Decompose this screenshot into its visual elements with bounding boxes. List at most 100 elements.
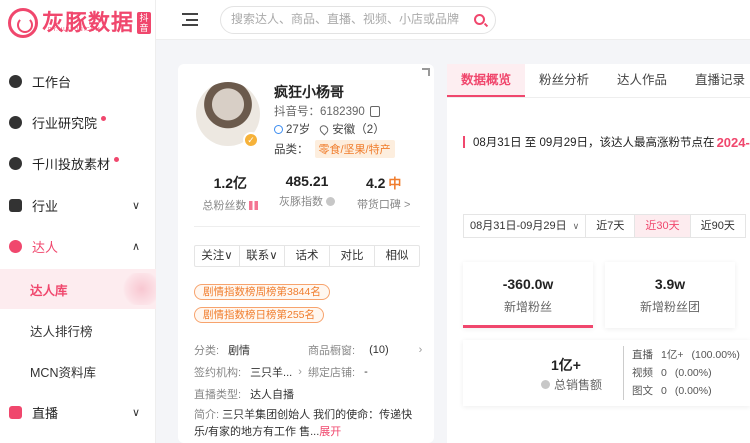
corner-icon[interactable]	[422, 68, 430, 76]
action-label: 关注	[201, 250, 225, 262]
sidebar-item-label: 行业	[32, 198, 59, 214]
logo-subtitle: DY.HUITUN.COM	[48, 27, 101, 33]
chevron-right-icon: ›	[418, 344, 423, 356]
info-label: 分类:	[194, 345, 220, 357]
action-buttons: 关注∨ 联系∨ 话术 对比 相似	[194, 245, 420, 267]
new-dot-badge	[101, 115, 107, 121]
douyin-id: 抖音号：6182390	[274, 106, 365, 118]
sidebar-item-creator[interactable]: 达人 ∧	[0, 226, 156, 266]
logo[interactable]: 灰豚数据 抖音	[8, 6, 152, 40]
menu-collapse-icon[interactable]	[182, 13, 198, 26]
new-dot-badge	[114, 156, 120, 162]
similar-button[interactable]: 相似	[375, 246, 419, 266]
category-tag[interactable]: 零食/坚果/特产	[314, 140, 395, 158]
stat-huitun-index: 485.21 灰豚指数	[269, 173, 346, 213]
kpi-value: -360.0w	[502, 276, 554, 292]
kpi-new-fan-club[interactable]: 3.9w 新增粉丝团	[605, 262, 735, 328]
channel-pct: (0.00%)	[674, 367, 712, 379]
channel: 视频	[632, 367, 653, 379]
sidebar-item-label: 行业研究院	[32, 115, 98, 131]
channel: 图文	[632, 385, 653, 397]
info-row-category: 分类: 剧情	[194, 342, 250, 358]
chevron-down-icon: ∨	[269, 250, 278, 262]
info-row-agency[interactable]: 签约机构: 三只羊... ›	[194, 364, 302, 380]
channel: 直播	[632, 349, 653, 361]
follow-button[interactable]: 关注∨	[195, 246, 240, 266]
info-label: 签约机构:	[194, 367, 242, 379]
location-icon	[318, 122, 331, 136]
range-7d-button[interactable]: 近7天	[586, 214, 636, 238]
category-label: 品类：	[274, 144, 309, 156]
intro-label: 简介:	[194, 409, 220, 421]
home-icon	[9, 74, 22, 88]
sales-value: 1亿+	[551, 357, 581, 373]
expand-link[interactable]: 展开	[319, 426, 341, 438]
chevron-down-icon: ∨	[131, 406, 140, 419]
tab-works[interactable]: 达人作品	[603, 64, 681, 97]
contact-button[interactable]: 联系∨	[240, 246, 285, 266]
sidebar-item-workbench[interactable]: 工作台	[0, 61, 156, 101]
rank-tag-daily[interactable]: 剧情指数榜日榜第255名	[194, 307, 325, 323]
age: 27岁	[286, 124, 311, 136]
channel-pct: (0.00%)	[674, 385, 712, 397]
info-row-live-type: 直播类型: 达人自播	[194, 386, 294, 402]
fire-icon	[9, 156, 22, 170]
sidebar-item-qianchuan[interactable]: 千川投放素材	[0, 143, 156, 183]
channel-value: 1亿+	[661, 349, 684, 361]
sidebar-item-label: 达人	[32, 239, 59, 255]
stat-label: 总粉丝数	[202, 200, 247, 212]
help-icon[interactable]	[326, 196, 335, 206]
graduation-cap-icon	[9, 115, 22, 129]
stat-reputation[interactable]: 4.2 中 带货口碑 >	[345, 173, 422, 213]
channel-pct: (100.00%)	[691, 349, 740, 361]
sidebar-item-label: 直播	[32, 405, 59, 421]
date-range-row: 08月31日-09月29日 ∨ 近7天 近30天 近90天	[463, 214, 746, 238]
douyin-id-row: 抖音号：6182390	[274, 103, 380, 119]
tab-fans[interactable]: 粉丝分析	[525, 64, 603, 97]
sidebar-subitem-mcn-library[interactable]: MCN资料库	[0, 351, 156, 391]
compare-button[interactable]: 对比	[330, 246, 375, 266]
sales-label-row: 总销售额	[541, 376, 602, 393]
notice-date: 2024-08-3	[716, 134, 750, 150]
range-30d-button[interactable]: 近30天	[635, 214, 691, 238]
sidebar-subitem-creator-library[interactable]: 达人库	[0, 269, 156, 309]
sales-breakdown: 直播 1亿+ (100.00%) 视频 0 (0.00%) 图文 0 (0.00%)	[623, 346, 740, 400]
stat-grade: 中	[388, 176, 402, 191]
help-icon[interactable]	[541, 380, 550, 389]
sidebar-subitem-creator-ranking[interactable]: 达人排行榜	[0, 310, 156, 350]
divider	[194, 226, 420, 227]
script-button[interactable]: 话术	[285, 246, 330, 266]
kpi-new-fans[interactable]: -360.0w 新增粉丝	[463, 262, 593, 328]
chevron-up-icon: ∧	[131, 240, 140, 253]
sidebar-item-live[interactable]: 直播 ∨	[0, 392, 156, 432]
date-range-picker[interactable]: 08月31日-09月29日 ∨	[463, 214, 587, 238]
sidebar-item-industry-research[interactable]: 行业研究院	[0, 102, 156, 142]
stat-value-row: 4.2 中	[345, 173, 422, 192]
kpi-label: 新增粉丝	[503, 300, 552, 314]
chevron-down-icon: ∨	[224, 250, 233, 262]
rank-tag-weekly[interactable]: 剧情指数榜周榜第3844名	[194, 284, 330, 300]
sidebar: 灰豚数据 抖音 DY.HUITUN.COM 工作台 行业研究院 千川投放素材 行…	[0, 0, 156, 443]
stat-label: 带货口碑 >	[356, 199, 411, 211]
tab-overview[interactable]: 数据概览	[447, 64, 526, 97]
search-input[interactable]	[231, 12, 461, 26]
sidebar-item-industry[interactable]: 行业 ∨	[0, 185, 156, 225]
chart-icon[interactable]	[249, 200, 259, 210]
stat-label-row: 灰豚指数	[269, 193, 346, 209]
info-value: 达人自播	[250, 389, 295, 401]
category-row: 品类： 零食/坚果/特产	[274, 140, 395, 158]
search-icon[interactable]	[474, 14, 485, 25]
sales-row-image-text: 图文 0 (0.00%)	[632, 382, 740, 400]
sidebar-subitem-label: 达人排行榜	[30, 324, 93, 339]
tab-live-records[interactable]: 直播记录	[681, 64, 750, 97]
chevron-right-icon: ›	[298, 366, 302, 378]
channel-value: 0	[661, 385, 667, 397]
logo-tag: 抖音	[137, 12, 152, 34]
copy-icon[interactable]	[369, 105, 380, 117]
kpi-label: 新增粉丝团	[639, 300, 700, 314]
sales-row-video: 视频 0 (0.00%)	[632, 364, 740, 382]
info-row-window[interactable]: 商品橱窗: (10) ›	[308, 342, 422, 358]
range-90d-button[interactable]: 近90天	[690, 214, 746, 238]
peak-notice: 08月31日 至 09月29日，该达人最高涨粉节点在 2024-08-3	[463, 134, 750, 150]
intro-text: 三只羊集团创始人 我们的使命：传递快乐/有家的地方有工作 售...	[194, 409, 413, 438]
